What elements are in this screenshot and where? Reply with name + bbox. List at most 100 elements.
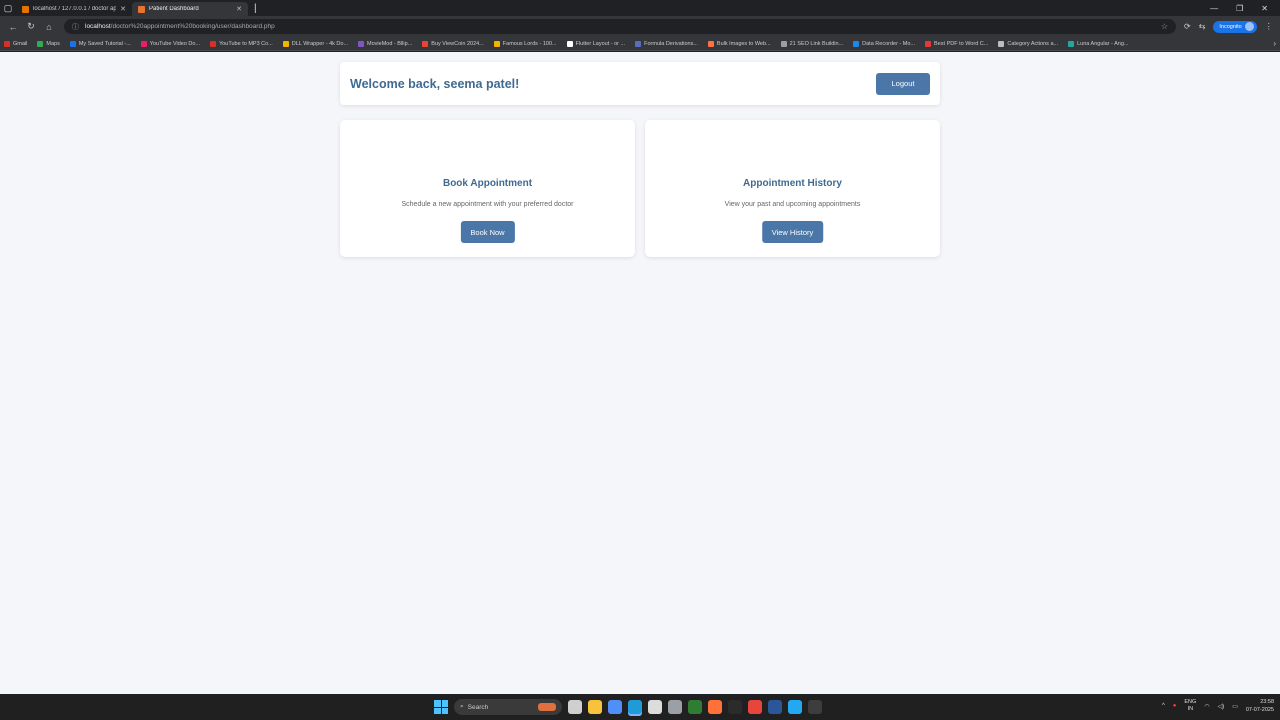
bookmark-favicon-icon	[780, 40, 787, 47]
card-description: Schedule a new appointment with your pre…	[401, 201, 574, 208]
copilot-icon[interactable]	[608, 700, 622, 714]
browser-toolbar: ← ↻ ⌂ ⓘ localhost /doctor%20appointment%…	[0, 16, 1280, 37]
language-indicator[interactable]: ENG IN	[1184, 699, 1196, 713]
bookmark-item[interactable]: Best PDF to Word C...	[925, 40, 988, 47]
tab-close-icon[interactable]: ✕	[236, 5, 242, 13]
bookmark-favicon-icon	[1068, 40, 1075, 47]
bookmark-item[interactable]: Category Actions a...	[998, 40, 1059, 47]
tab-search-icon[interactable]: ▢	[0, 0, 16, 16]
terminal-icon[interactable]	[728, 700, 742, 714]
card-description: View your past and upcoming appointments	[724, 201, 861, 208]
logout-button[interactable]: Logout	[876, 72, 930, 95]
time: 23:58	[1260, 699, 1274, 705]
book-now-button[interactable]: Book Now	[460, 221, 515, 243]
bookmark-item[interactable]: YouTube to MP3 Co...	[210, 40, 273, 47]
bookmark-label: DLL Wrapper - 4k Do...	[291, 40, 349, 47]
settings-icon[interactable]	[668, 700, 682, 714]
bookmark-item[interactable]: Gmail	[4, 40, 27, 47]
card-title: Appointment History	[743, 178, 842, 189]
window-controls: — ❐ ✕	[1210, 4, 1280, 13]
word-icon[interactable]	[768, 700, 782, 714]
bookmark-favicon-icon	[707, 40, 714, 47]
bookmark-item[interactable]: Bulk Images to Web...	[707, 40, 771, 47]
edge-icon[interactable]	[628, 700, 642, 714]
bookmark-favicon-icon	[998, 40, 1005, 47]
tray-chevron-up-icon[interactable]: ^	[1162, 703, 1165, 709]
bookmark-item[interactable]: Maps	[37, 40, 60, 47]
search-placeholder: Search	[467, 703, 489, 711]
bookmark-star-icon[interactable]: ☆	[1161, 22, 1168, 31]
url-path: /doctor%20appointment%20booking/user/das…	[110, 23, 275, 30]
bookmark-favicon-icon	[493, 40, 500, 47]
bookmark-item[interactable]: Data Recorder - Mo...	[853, 40, 916, 47]
view-history-button[interactable]: View History	[761, 221, 824, 243]
profile-label: Incognito	[1219, 23, 1242, 30]
bookmark-item[interactable]: Formula Derivations...	[635, 40, 698, 47]
browser-tab-dashboard[interactable]: Patient Dashboard ✕	[132, 2, 248, 16]
taskbar-apps: ⌕ Search	[434, 699, 822, 715]
lang-top: ENG	[1184, 699, 1197, 705]
dashboard-favicon-icon	[138, 5, 145, 13]
tab-close-icon[interactable]: ✕	[120, 5, 126, 13]
xbox-icon[interactable]	[688, 700, 702, 714]
taskbar-search[interactable]: ⌕ Search	[454, 699, 562, 715]
bookmark-label: Formula Derivations...	[644, 40, 698, 47]
bookmark-favicon-icon	[358, 40, 365, 47]
appointment-history-card: Appointment History View your past and u…	[645, 120, 940, 257]
windows-start-icon[interactable]	[434, 700, 448, 714]
bookmark-item[interactable]: My Saved Tutorial -...	[69, 40, 131, 47]
bookmark-item[interactable]: Buy ViewCoin 2024...	[422, 40, 484, 47]
browser-tab-phpmyadmin[interactable]: localhost / 127.0.0.1 / doctor app ✕	[16, 2, 132, 16]
calculator-icon[interactable]	[648, 700, 662, 714]
site-info-icon[interactable]: ⓘ	[72, 22, 79, 32]
bookmark-favicon-icon	[422, 40, 429, 47]
wifi-icon[interactable]: ◠	[1204, 703, 1209, 710]
vscode-icon[interactable]	[788, 700, 802, 714]
menu-kebab-icon[interactable]: ⋮	[1265, 22, 1273, 31]
bookmark-item[interactable]: Flutter Layout - or ...	[566, 40, 625, 47]
card-title: Book Appointment	[442, 178, 533, 189]
reload-icon[interactable]: ↻	[22, 21, 40, 32]
bookmark-label: Category Actions a...	[1007, 40, 1059, 47]
task-view-icon[interactable]	[568, 700, 582, 714]
back-arrow-icon[interactable]: ←	[4, 22, 22, 32]
bookmark-favicon-icon	[69, 40, 76, 47]
profile-button[interactable]: Incognito	[1213, 20, 1257, 33]
tab-title: localhost / 127.0.0.1 / doctor app	[33, 6, 117, 12]
volume-icon[interactable]: ◁)	[1218, 703, 1225, 710]
avatar	[1244, 22, 1254, 31]
home-icon[interactable]: ⌂	[40, 22, 58, 32]
bookmark-label: YouTube to MP3 Co...	[219, 40, 273, 47]
toolbar-right: ⟳ ⇆ Incognito ⋮	[1184, 20, 1273, 33]
bookmark-favicon-icon	[635, 40, 642, 47]
bookmark-item[interactable]: 21 SEO Link Buildin...	[780, 40, 843, 47]
address-bar[interactable]: ⓘ localhost /doctor%20appointment%20book…	[64, 19, 1176, 34]
bookmark-item[interactable]: DLL Wrapper - 4k Do...	[282, 40, 349, 47]
tray-app-icon[interactable]: ●	[1173, 703, 1177, 709]
new-tab-plus-icon[interactable]: |	[254, 3, 257, 14]
firefox-icon[interactable]	[708, 700, 722, 714]
minimize-icon[interactable]: —	[1210, 4, 1218, 13]
bookmark-label: Bulk Images to Web...	[716, 40, 771, 47]
bookmark-item[interactable]: Famous Lords - 100...	[493, 40, 557, 47]
file-explorer-icon[interactable]	[588, 700, 602, 714]
bookmark-favicon-icon	[282, 40, 289, 47]
bookmarks-more-chevron-icon[interactable]: ›	[1273, 39, 1276, 48]
bookmark-favicon-icon	[853, 40, 860, 47]
bookmark-item[interactable]: YouTube Video Do...	[140, 40, 200, 47]
terminal-2-icon[interactable]	[808, 700, 822, 714]
browser-tab-strip: ▢ localhost / 127.0.0.1 / doctor app ✕ P…	[0, 0, 1280, 16]
bookmark-item[interactable]: Luna Angular - Ang...	[1068, 40, 1128, 47]
bookmark-label: Data Recorder - Mo...	[862, 40, 916, 47]
extensions-icon[interactable]: ⟳	[1184, 22, 1191, 31]
chrome-icon[interactable]	[748, 700, 762, 714]
close-window-icon[interactable]: ✕	[1261, 4, 1268, 13]
tab-title: Patient Dashboard	[149, 6, 199, 12]
bookmark-item[interactable]: MovieMod - Bllip...	[358, 40, 413, 47]
battery-icon[interactable]: ▭	[1232, 703, 1238, 710]
bookmark-label: MovieMod - Bllip...	[367, 40, 413, 47]
split-icon[interactable]: ⇆	[1199, 22, 1206, 31]
restore-icon[interactable]: ❐	[1236, 4, 1243, 13]
clock[interactable]: 23:58 07-07-2025	[1246, 698, 1274, 714]
bookmark-label: Maps	[46, 40, 60, 47]
